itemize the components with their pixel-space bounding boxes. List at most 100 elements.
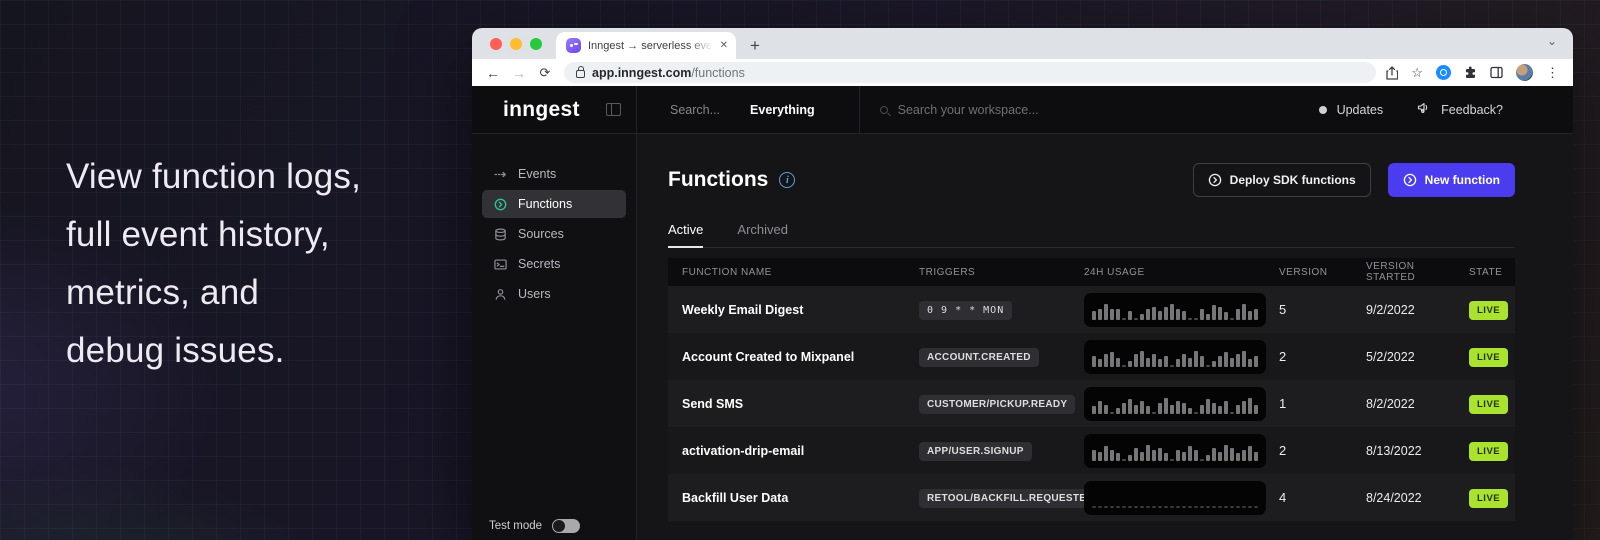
usage-bar <box>1242 506 1246 508</box>
url-text: app.inngest.com/functions <box>592 66 745 80</box>
back-icon[interactable]: ← <box>482 65 504 81</box>
collapse-sidebar-icon[interactable] <box>606 103 621 116</box>
usage-bar <box>1092 356 1096 367</box>
version-started-value: 9/2/2022 <box>1352 303 1455 317</box>
info-icon[interactable]: i <box>779 172 795 188</box>
bookmark-star-icon[interactable]: ☆ <box>1411 66 1423 79</box>
usage-bar <box>1128 506 1132 508</box>
feedback-link[interactable]: Feedback? <box>1441 103 1503 117</box>
table-row[interactable]: activation-drip-emailAPP/USER.SIGNUP28/1… <box>668 427 1515 474</box>
usage-bar <box>1104 354 1108 367</box>
usage-bar <box>1092 506 1096 508</box>
url-bar[interactable]: app.inngest.com/functions <box>564 62 1376 83</box>
inngest-logo[interactable]: inngest <box>503 98 580 122</box>
usage-bar <box>1206 399 1210 413</box>
usage-bar <box>1248 398 1252 414</box>
function-name[interactable]: activation-drip-email <box>682 444 804 458</box>
function-name[interactable]: Backfill User Data <box>682 491 788 505</box>
updates-dot-icon <box>1319 106 1327 114</box>
table-row[interactable]: Account Created to Mixpanel ACCOUNT.CREAT… <box>668 333 1515 380</box>
usage-bar <box>1140 351 1144 367</box>
sidebar-item-events[interactable]: Events <box>482 160 626 188</box>
usage-bar <box>1110 506 1114 508</box>
profile-avatar[interactable] <box>1516 64 1533 81</box>
events-icon <box>494 168 507 181</box>
close-window-button[interactable] <box>490 38 502 50</box>
tab-archived[interactable]: Archived <box>737 222 788 247</box>
usage-bar <box>1212 361 1216 367</box>
usage-sparkline-chart <box>1084 293 1266 327</box>
usage-bar <box>1218 356 1222 367</box>
usage-bar <box>1254 506 1258 508</box>
usage-bar <box>1230 318 1234 320</box>
sidebar-item-sources[interactable]: Sources <box>482 220 626 248</box>
usage-bar <box>1140 452 1144 461</box>
usage-bar <box>1188 318 1192 320</box>
usage-bar <box>1098 309 1102 320</box>
minimize-window-button[interactable] <box>510 38 522 50</box>
table-row[interactable]: Backfill User DataRETOOL/BACKFILL.REQUES… <box>668 474 1515 521</box>
function-name[interactable]: Account Created to Mixpanel <box>682 350 854 364</box>
usage-bar <box>1146 406 1150 413</box>
usage-bar <box>1110 450 1114 461</box>
usage-bar <box>1092 450 1096 461</box>
topbar-right: Updates Feedback? <box>1319 101 1503 119</box>
browser-tab[interactable]: Inngest → serverless event-dri ✕ <box>556 32 736 59</box>
search-scope-selector[interactable]: Everything <box>750 103 815 117</box>
usage-bar <box>1176 309 1180 320</box>
hero-line: debug issues. <box>66 322 361 380</box>
functions-icon <box>494 198 507 211</box>
usage-bar <box>1152 307 1156 320</box>
side-panel-icon[interactable] <box>1490 66 1503 79</box>
usage-bar <box>1200 405 1204 414</box>
usage-bar <box>1236 453 1240 460</box>
tab-close-icon[interactable]: ✕ <box>720 40 728 51</box>
status-badge: LIVE <box>1469 442 1508 461</box>
new-function-button[interactable]: New function <box>1388 163 1515 197</box>
tab-active[interactable]: Active <box>668 222 703 248</box>
column-header: VERSION STARTED <box>1352 261 1455 283</box>
browser-menu-icon[interactable]: ⋮ <box>1546 65 1559 81</box>
workspace-search-input[interactable]: Search your workspace... <box>898 103 1039 117</box>
usage-bar <box>1254 309 1258 320</box>
secrets-icon <box>494 258 507 271</box>
usage-bar <box>1146 309 1150 320</box>
topbar-main: Search... Everything Search your workspa… <box>637 86 1573 133</box>
reload-icon[interactable]: ⟳ <box>534 65 556 81</box>
usage-bar <box>1170 405 1174 414</box>
usage-bar <box>1206 365 1210 367</box>
sidebar-item-secrets[interactable]: Secrets <box>482 250 626 278</box>
updates-link[interactable]: Updates <box>1337 103 1384 117</box>
version-started-value: 8/2/2022 <box>1352 397 1455 411</box>
test-mode-toggle[interactable] <box>552 519 580 533</box>
usage-bar <box>1194 506 1198 508</box>
forward-icon[interactable]: → <box>508 65 530 81</box>
table-row[interactable]: Send SMSCUSTOMER/PICKUP.READY18/2/2022LI… <box>668 380 1515 427</box>
tab-search-chevron-icon[interactable]: ⌄ <box>1547 34 1557 48</box>
usage-bar <box>1116 453 1120 460</box>
sidebar-item-functions[interactable]: Functions <box>482 190 626 218</box>
usage-bar <box>1182 452 1186 461</box>
onepassword-extension-icon[interactable] <box>1436 65 1451 80</box>
app-body: EventsFunctionsSourcesSecretsUsers Test … <box>472 134 1573 540</box>
function-name[interactable]: Send SMS <box>682 397 743 411</box>
usage-bar <box>1248 506 1252 508</box>
new-tab-button[interactable]: + <box>750 36 760 59</box>
function-name[interactable]: Weekly Email Digest <box>682 303 803 317</box>
extensions-icon[interactable] <box>1464 66 1477 79</box>
usage-sparkline-chart <box>1084 387 1266 421</box>
share-icon[interactable] <box>1386 66 1398 80</box>
sidebar-item-users[interactable]: Users <box>482 280 626 308</box>
status-badge: LIVE <box>1469 348 1508 367</box>
usage-bar <box>1248 446 1252 460</box>
inngest-app: inngest Search... Everything Search your… <box>472 86 1573 540</box>
column-header: TRIGGERS <box>905 267 1070 278</box>
version-started-value: 5/2/2022 <box>1352 350 1455 364</box>
usage-bar <box>1254 405 1258 414</box>
table-row[interactable]: Weekly Email Digest0 9 * * MON59/2/2022L… <box>668 286 1515 333</box>
usage-bar <box>1212 448 1216 461</box>
trigger-badge: ACCOUNT.CREATED <box>919 348 1039 367</box>
usage-bar <box>1218 452 1222 461</box>
deploy-sdk-functions-button[interactable]: Deploy SDK functions <box>1193 163 1371 197</box>
zoom-window-button[interactable] <box>530 38 542 50</box>
